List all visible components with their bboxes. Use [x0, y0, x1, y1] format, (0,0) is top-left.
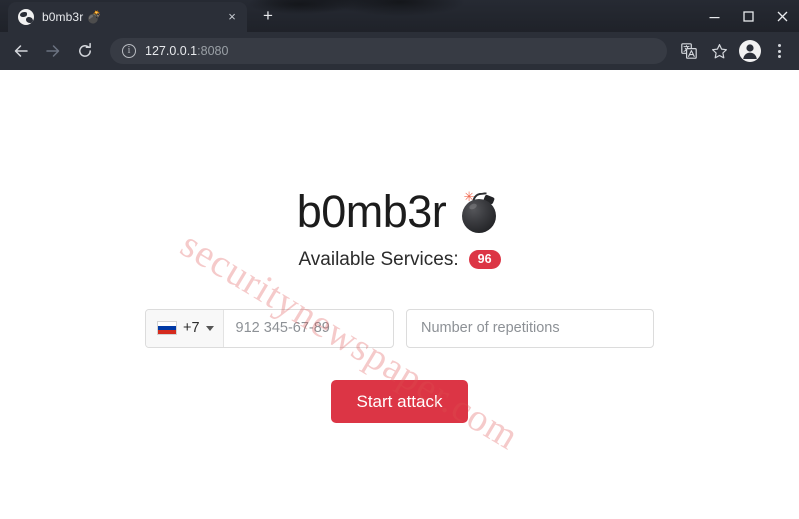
three-dot-menu-icon[interactable] — [767, 37, 791, 65]
forward-arrow-icon[interactable] — [38, 36, 68, 66]
phone-number-group: +7 — [145, 308, 394, 348]
menu-dot — [777, 55, 781, 58]
reload-icon[interactable] — [70, 36, 100, 66]
site-info-icon[interactable]: i — [122, 44, 136, 58]
browser-tab[interactable]: b0mb3r 💣 × — [8, 2, 247, 32]
close-icon[interactable]: × — [223, 8, 241, 26]
country-code-select[interactable]: +7 — [146, 309, 224, 347]
tab-strip: b0mb3r 💣 × + — [0, 0, 799, 32]
dial-code-label: +7 — [183, 320, 200, 336]
menu-dot — [777, 44, 781, 47]
star-icon[interactable] — [705, 37, 733, 65]
url-host: 127.0.0.1 — [145, 44, 198, 58]
chevron-down-icon — [205, 325, 214, 331]
minimize-button[interactable] — [697, 0, 731, 32]
url-text: 127.0.0.1:8080 — [145, 44, 228, 58]
bomb-body — [462, 198, 497, 233]
page-title: b0mb3r ✳ — [297, 187, 503, 237]
available-services: Available Services: 96 — [298, 248, 501, 271]
maximize-button[interactable] — [731, 0, 765, 32]
status-badge: 96 — [468, 249, 501, 270]
attack-form: +7 — [145, 308, 654, 348]
russia-flag-icon — [157, 321, 177, 335]
available-services-label: Available Services: — [298, 248, 459, 270]
page-content: b0mb3r ✳ Available Services: 96 +7 912 3… — [0, 70, 799, 424]
repetitions-input[interactable] — [406, 308, 654, 348]
new-tab-button[interactable]: + — [257, 6, 279, 28]
flag-stripe-red — [158, 330, 176, 334]
start-attack-button[interactable]: Start attack — [330, 379, 469, 424]
back-arrow-icon[interactable] — [6, 36, 36, 66]
close-button[interactable] — [765, 0, 799, 32]
globe-icon — [18, 9, 34, 25]
avatar[interactable] — [739, 40, 761, 62]
translate-icon[interactable] — [675, 37, 703, 65]
tab-title: b0mb3r 💣 — [42, 10, 102, 24]
window-controls — [697, 0, 799, 32]
browser-window: b0mb3r 💣 × + i 127.0.0.1:8080 securityne… — [0, 0, 799, 519]
menu-dot — [777, 49, 781, 53]
page-viewport: securitynewspaper.com b0mb3r ✳ Available… — [0, 70, 799, 519]
bomb-emoji: ✳ — [460, 190, 502, 233]
address-bar[interactable]: i 127.0.0.1:8080 — [110, 38, 667, 64]
browser-toolbar: i 127.0.0.1:8080 — [0, 32, 799, 70]
phone-input[interactable] — [223, 309, 393, 347]
url-port: :8080 — [197, 44, 229, 58]
page-title-text: b0mb3r — [296, 186, 447, 237]
